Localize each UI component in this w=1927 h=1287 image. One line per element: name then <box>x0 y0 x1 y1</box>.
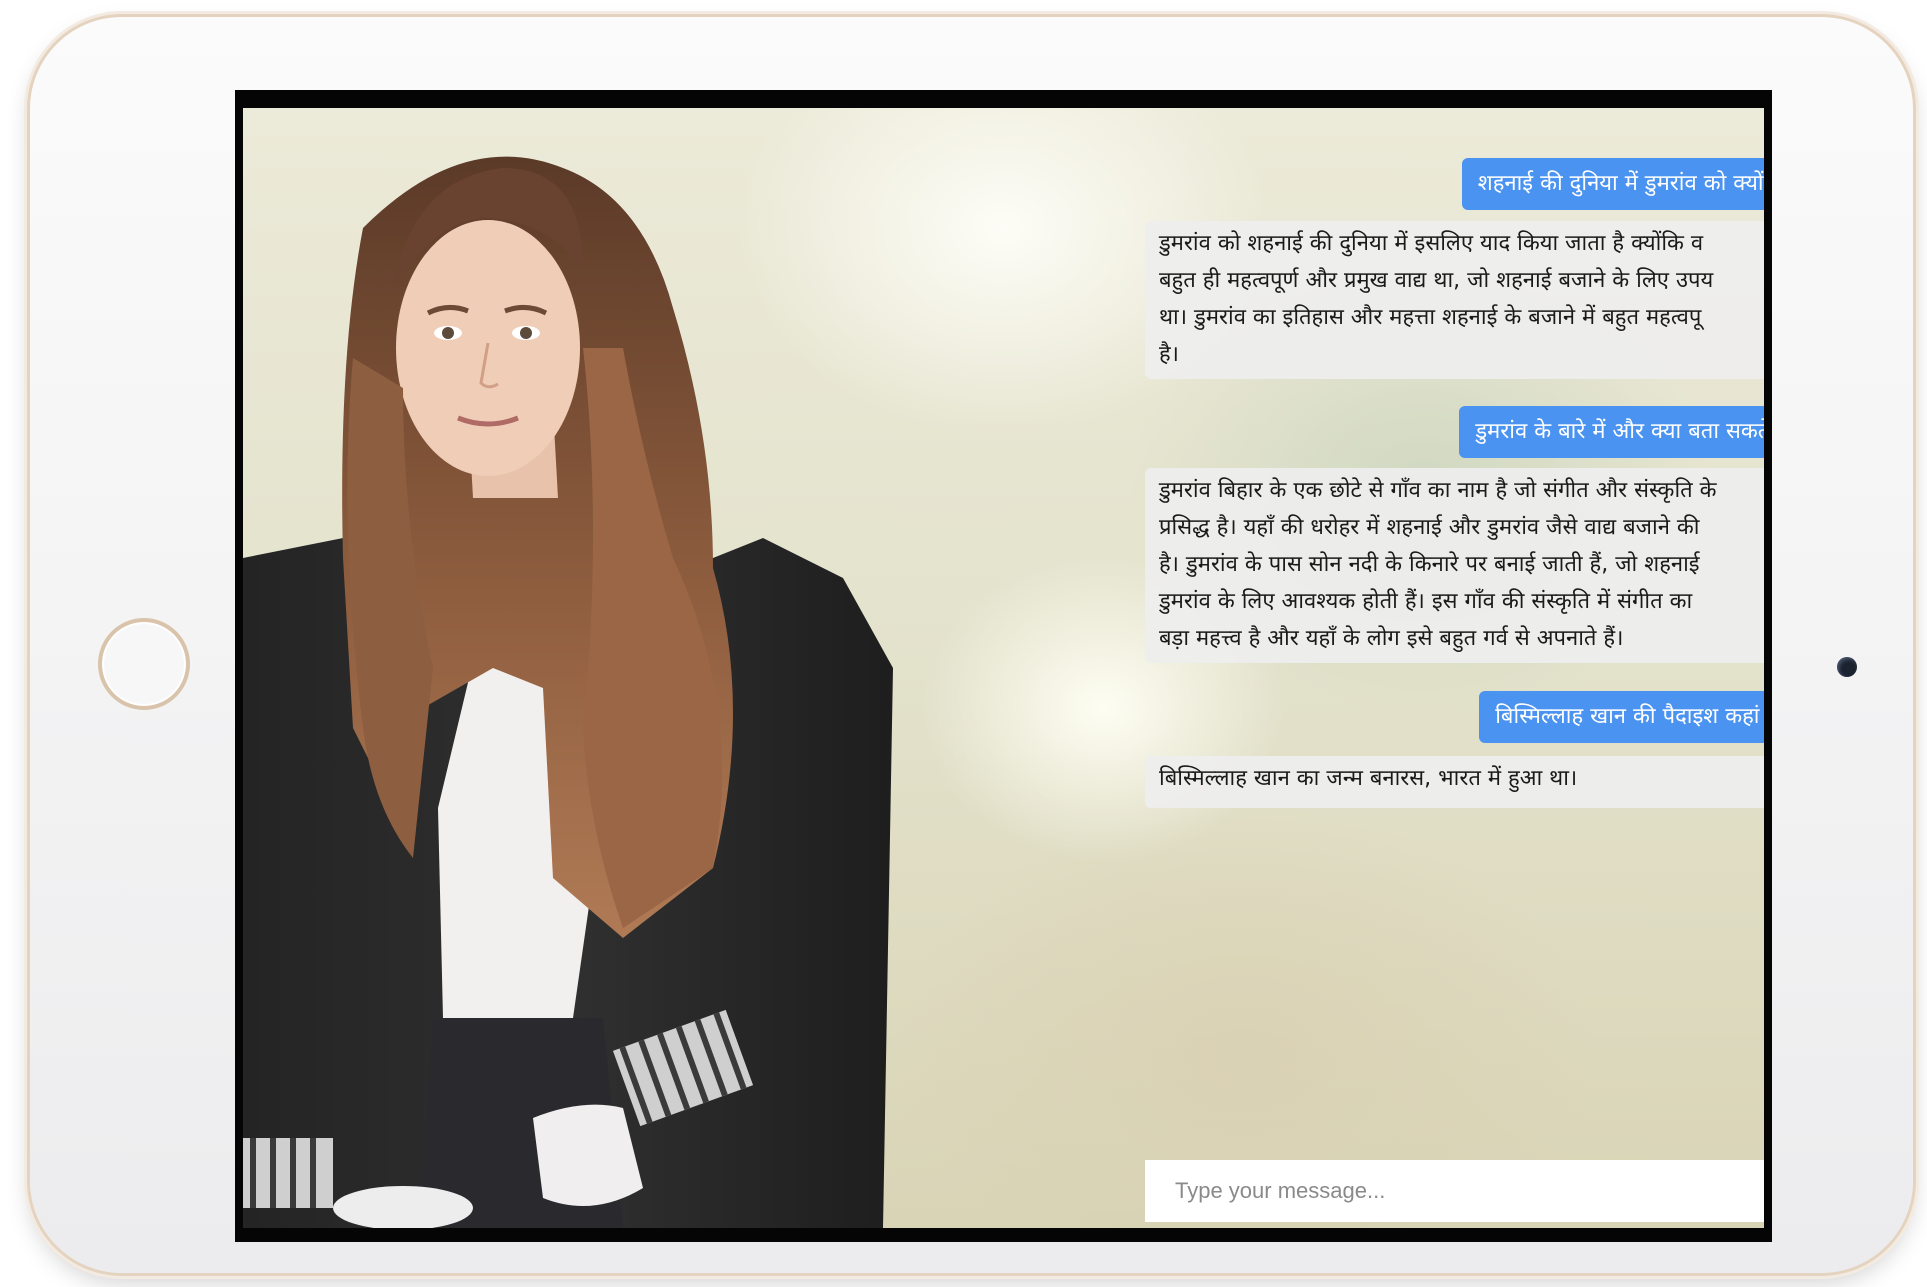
tablet-frame: शहनाई की दुनिया में डुमरांव को क्यों या … <box>30 17 1913 1273</box>
user-message-bubble: शहनाई की दुनिया में डुमरांव को क्यों या <box>1461 158 1764 210</box>
user-message-text: डुमरांव के बारे में और क्या बता सकते हैं <box>1475 419 1764 444</box>
avatar-presenter <box>243 156 893 1228</box>
front-camera-icon <box>1837 657 1857 677</box>
bot-message-line: डुमरांव बिहार के एक छोटे से गाँव का नाम … <box>1159 478 1717 503</box>
tablet-screen: शहनाई की दुनिया में डुमरांव को क्यों या … <box>235 90 1772 1242</box>
user-message-bubble: डुमरांव के बारे में और क्या बता सकते हैं <box>1459 406 1764 458</box>
bot-message-line: बहुत ही महत्वपूर्ण और प्रमुख वाद्य था, ज… <box>1159 268 1714 293</box>
bot-message-bubble: बिस्मिल्लाह खान का जन्म बनारस, भारत में … <box>1145 756 1764 808</box>
app-viewport: शहनाई की दुनिया में डुमरांव को क्यों या … <box>243 108 1764 1228</box>
message-input[interactable] <box>1145 1160 1764 1222</box>
bot-message-line: है। डुमरांव के पास सोन नदी के किनारे पर … <box>1159 552 1700 577</box>
user-message-text: बिस्मिल्लाह खान की पैदाइश कहां हुई <box>1495 704 1764 729</box>
bot-message-bubble: डुमरांव को शहनाई की दुनिया में इसलिए याद… <box>1145 221 1764 379</box>
bot-message-line: डुमरांव के लिए आवश्यक होती हैं। इस गाँव … <box>1159 589 1693 614</box>
home-button-icon[interactable] <box>98 618 190 710</box>
bot-message-line: डुमरांव को शहनाई की दुनिया में इसलिए याद… <box>1159 231 1704 256</box>
bot-message-line: प्रसिद्ध है। यहाँ की धरोहर में शहनाई और … <box>1159 515 1700 540</box>
bot-message-line: था। डुमरांव का इतिहास और महत्ता शहनाई के… <box>1159 305 1702 330</box>
bot-message-line: बड़ा महत्त्व है और यहाँ के लोग इसे बहुत … <box>1159 626 1624 651</box>
user-message-text: शहनाई की दुनिया में डुमरांव को क्यों या <box>1477 171 1764 196</box>
bot-message-line: है। <box>1159 342 1180 367</box>
user-message-bubble: बिस्मिल्लाह खान की पैदाइश कहां हुई <box>1479 691 1764 743</box>
bot-message-line: बिस्मिल्लाह खान का जन्म बनारस, भारत में … <box>1159 766 1578 791</box>
bot-message-bubble: डुमरांव बिहार के एक छोटे से गाँव का नाम … <box>1145 468 1764 663</box>
